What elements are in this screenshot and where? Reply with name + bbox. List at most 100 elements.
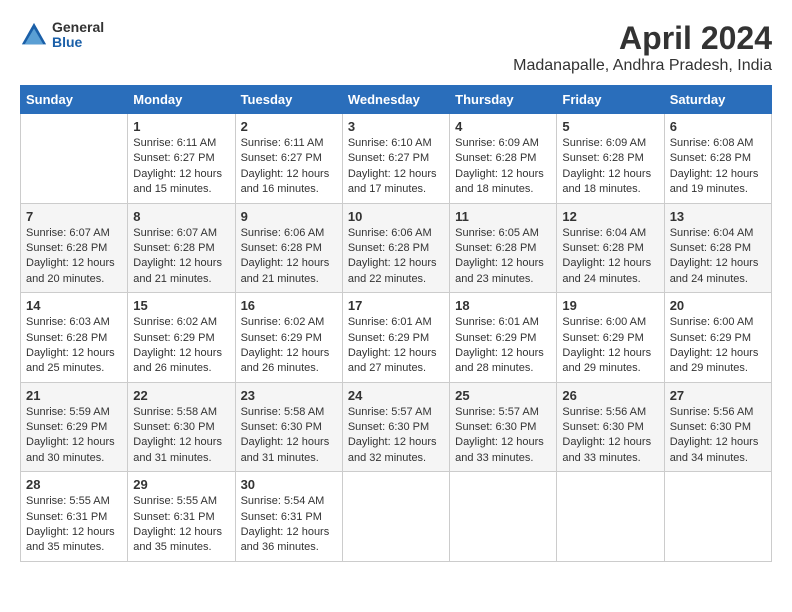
- day-info: Sunrise: 5:58 AMSunset: 6:30 PMDaylight:…: [133, 405, 229, 467]
- column-header-wednesday: Wednesday: [342, 86, 449, 114]
- calendar-cell: 15 Sunrise: 6:02 AMSunset: 6:29 PMDayligh…: [128, 293, 235, 383]
- calendar-cell: 4Sunrise: 6:09 AMSunset: 6:28 PMDaylight…: [450, 114, 557, 204]
- day-info: Sunrise: 6:07 AMSunset: 6:28 PMDaylight:…: [133, 226, 229, 288]
- day-number: 25: [455, 388, 551, 403]
- day-info: Sunrise: 5:56 AMSunset: 6:30 PMDaylight:…: [670, 405, 766, 467]
- calendar-cell: 17 Sunrise: 6:01 AMSunset: 6:29 PMDayligh…: [342, 293, 449, 383]
- day-info: Sunrise: 5:59 AMSunset: 6:29 PMDaylight:…: [26, 405, 122, 467]
- day-info: Sunrise: 5:55 AMSunset: 6:31 PMDaylight:…: [26, 494, 122, 556]
- day-number: 2: [241, 119, 337, 134]
- logo: General Blue: [20, 20, 104, 51]
- calendar-title: April 2024: [513, 20, 772, 57]
- calendar-cell: 21Sunrise: 5:59 AMSunset: 6:29 PMDayligh…: [21, 382, 128, 472]
- page-header: General Blue April 2024 Madanapalle, And…: [20, 20, 772, 75]
- week-row-4: 21Sunrise: 5:59 AMSunset: 6:29 PMDayligh…: [21, 382, 772, 472]
- day-info: Sunrise: 6:11 AMSunset: 6:27 PMDaylight:…: [241, 136, 337, 198]
- day-info: Sunrise: 6:10 AMSunset: 6:27 PMDaylight:…: [348, 136, 444, 198]
- calendar-cell: [342, 472, 449, 562]
- calendar-cell: 11 Sunrise: 6:05 AMSunset: 6:28 PMDayligh…: [450, 203, 557, 293]
- day-number: 1: [133, 119, 229, 134]
- calendar-cell: 25 Sunrise: 5:57 AMSunset: 6:30 PMDayligh…: [450, 382, 557, 472]
- calendar-cell: 23 Sunrise: 5:58 AMSunset: 6:30 PMDayligh…: [235, 382, 342, 472]
- calendar-cell: 24Sunrise: 5:57 AMSunset: 6:30 PMDayligh…: [342, 382, 449, 472]
- day-number: 13: [670, 209, 766, 224]
- day-info: Sunrise: 6:00 AMSunset: 6:29 PMDaylight:…: [562, 315, 658, 377]
- calendar-cell: 26 Sunrise: 5:56 AMSunset: 6:30 PMDayligh…: [557, 382, 664, 472]
- day-number: 26: [562, 388, 658, 403]
- day-info: Sunrise: 6:11 AMSunset: 6:27 PMDaylight:…: [133, 136, 229, 198]
- column-header-thursday: Thursday: [450, 86, 557, 114]
- day-info: Sunrise: 6:01 AMSunset: 6:29 PMDaylight:…: [455, 315, 551, 377]
- day-number: 22: [133, 388, 229, 403]
- calendar-cell: 22 Sunrise: 5:58 AMSunset: 6:30 PMDayligh…: [128, 382, 235, 472]
- week-row-1: 1 Sunrise: 6:11 AMSunset: 6:27 PMDaylight…: [21, 114, 772, 204]
- calendar-cell: 13 Sunrise: 6:04 AMSunset: 6:28 PMDayligh…: [664, 203, 771, 293]
- logo-icon: [20, 21, 48, 49]
- day-number: 10: [348, 209, 444, 224]
- title-block: April 2024 Madanapalle, Andhra Pradesh, …: [513, 20, 772, 75]
- day-info: Sunrise: 6:09 AMSunset: 6:28 PMDaylight:…: [562, 136, 658, 198]
- day-info: Sunrise: 6:06 AMSunset: 6:28 PMDaylight:…: [348, 226, 444, 288]
- day-number: 3: [348, 119, 444, 134]
- day-info: Sunrise: 6:02 AMSunset: 6:29 PMDaylight:…: [241, 315, 337, 377]
- calendar-cell: 29 Sunrise: 5:55 AMSunset: 6:31 PMDayligh…: [128, 472, 235, 562]
- calendar-cell: 2 Sunrise: 6:11 AMSunset: 6:27 PMDaylight…: [235, 114, 342, 204]
- calendar-cell: [664, 472, 771, 562]
- day-number: 7: [26, 209, 122, 224]
- calendar-cell: 30Sunrise: 5:54 AMSunset: 6:31 PMDayligh…: [235, 472, 342, 562]
- day-number: 15: [133, 298, 229, 313]
- column-header-tuesday: Tuesday: [235, 86, 342, 114]
- calendar-subtitle: Madanapalle, Andhra Pradesh, India: [513, 57, 772, 75]
- day-info: Sunrise: 5:55 AMSunset: 6:31 PMDaylight:…: [133, 494, 229, 556]
- logo-general-text: General: [52, 20, 104, 35]
- day-info: Sunrise: 5:57 AMSunset: 6:30 PMDaylight:…: [455, 405, 551, 467]
- day-number: 19: [562, 298, 658, 313]
- day-number: 4: [455, 119, 551, 134]
- day-info: Sunrise: 6:00 AMSunset: 6:29 PMDaylight:…: [670, 315, 766, 377]
- calendar-cell: 3 Sunrise: 6:10 AMSunset: 6:27 PMDaylight…: [342, 114, 449, 204]
- header-row: SundayMondayTuesdayWednesdayThursdayFrid…: [21, 86, 772, 114]
- day-info: Sunrise: 6:04 AMSunset: 6:28 PMDaylight:…: [670, 226, 766, 288]
- calendar-cell: [557, 472, 664, 562]
- calendar-body: 1 Sunrise: 6:11 AMSunset: 6:27 PMDaylight…: [21, 114, 772, 562]
- column-header-monday: Monday: [128, 86, 235, 114]
- calendar-cell: 12 Sunrise: 6:04 AMSunset: 6:28 PMDayligh…: [557, 203, 664, 293]
- column-header-sunday: Sunday: [21, 86, 128, 114]
- calendar-cell: 27 Sunrise: 5:56 AMSunset: 6:30 PMDayligh…: [664, 382, 771, 472]
- week-row-3: 14Sunrise: 6:03 AMSunset: 6:28 PMDayligh…: [21, 293, 772, 383]
- calendar-cell: 18 Sunrise: 6:01 AMSunset: 6:29 PMDayligh…: [450, 293, 557, 383]
- day-number: 17: [348, 298, 444, 313]
- day-info: Sunrise: 6:05 AMSunset: 6:28 PMDaylight:…: [455, 226, 551, 288]
- calendar-cell: 10 Sunrise: 6:06 AMSunset: 6:28 PMDayligh…: [342, 203, 449, 293]
- day-number: 5: [562, 119, 658, 134]
- day-number: 11: [455, 209, 551, 224]
- calendar-cell: 16 Sunrise: 6:02 AMSunset: 6:29 PMDayligh…: [235, 293, 342, 383]
- day-number: 16: [241, 298, 337, 313]
- day-info: Sunrise: 6:08 AMSunset: 6:28 PMDaylight:…: [670, 136, 766, 198]
- calendar-cell: 28Sunrise: 5:55 AMSunset: 6:31 PMDayligh…: [21, 472, 128, 562]
- day-info: Sunrise: 5:54 AMSunset: 6:31 PMDaylight:…: [241, 494, 337, 556]
- day-number: 27: [670, 388, 766, 403]
- calendar-cell: 5 Sunrise: 6:09 AMSunset: 6:28 PMDaylight…: [557, 114, 664, 204]
- day-info: Sunrise: 6:04 AMSunset: 6:28 PMDaylight:…: [562, 226, 658, 288]
- day-number: 12: [562, 209, 658, 224]
- day-info: Sunrise: 5:56 AMSunset: 6:30 PMDaylight:…: [562, 405, 658, 467]
- day-info: Sunrise: 6:02 AMSunset: 6:29 PMDaylight:…: [133, 315, 229, 377]
- day-info: Sunrise: 6:01 AMSunset: 6:29 PMDaylight:…: [348, 315, 444, 377]
- calendar-cell: 8 Sunrise: 6:07 AMSunset: 6:28 PMDaylight…: [128, 203, 235, 293]
- calendar-cell: [21, 114, 128, 204]
- calendar-cell: 20Sunrise: 6:00 AMSunset: 6:29 PMDayligh…: [664, 293, 771, 383]
- day-number: 8: [133, 209, 229, 224]
- calendar-cell: 19 Sunrise: 6:00 AMSunset: 6:29 PMDayligh…: [557, 293, 664, 383]
- calendar-cell: 9 Sunrise: 6:06 AMSunset: 6:28 PMDaylight…: [235, 203, 342, 293]
- day-number: 6: [670, 119, 766, 134]
- week-row-2: 7 Sunrise: 6:07 AMSunset: 6:28 PMDaylight…: [21, 203, 772, 293]
- week-row-5: 28Sunrise: 5:55 AMSunset: 6:31 PMDayligh…: [21, 472, 772, 562]
- day-number: 9: [241, 209, 337, 224]
- day-number: 23: [241, 388, 337, 403]
- day-info: Sunrise: 6:03 AMSunset: 6:28 PMDaylight:…: [26, 315, 122, 377]
- day-info: Sunrise: 6:06 AMSunset: 6:28 PMDaylight:…: [241, 226, 337, 288]
- day-number: 29: [133, 477, 229, 492]
- day-number: 18: [455, 298, 551, 313]
- day-info: Sunrise: 5:58 AMSunset: 6:30 PMDaylight:…: [241, 405, 337, 467]
